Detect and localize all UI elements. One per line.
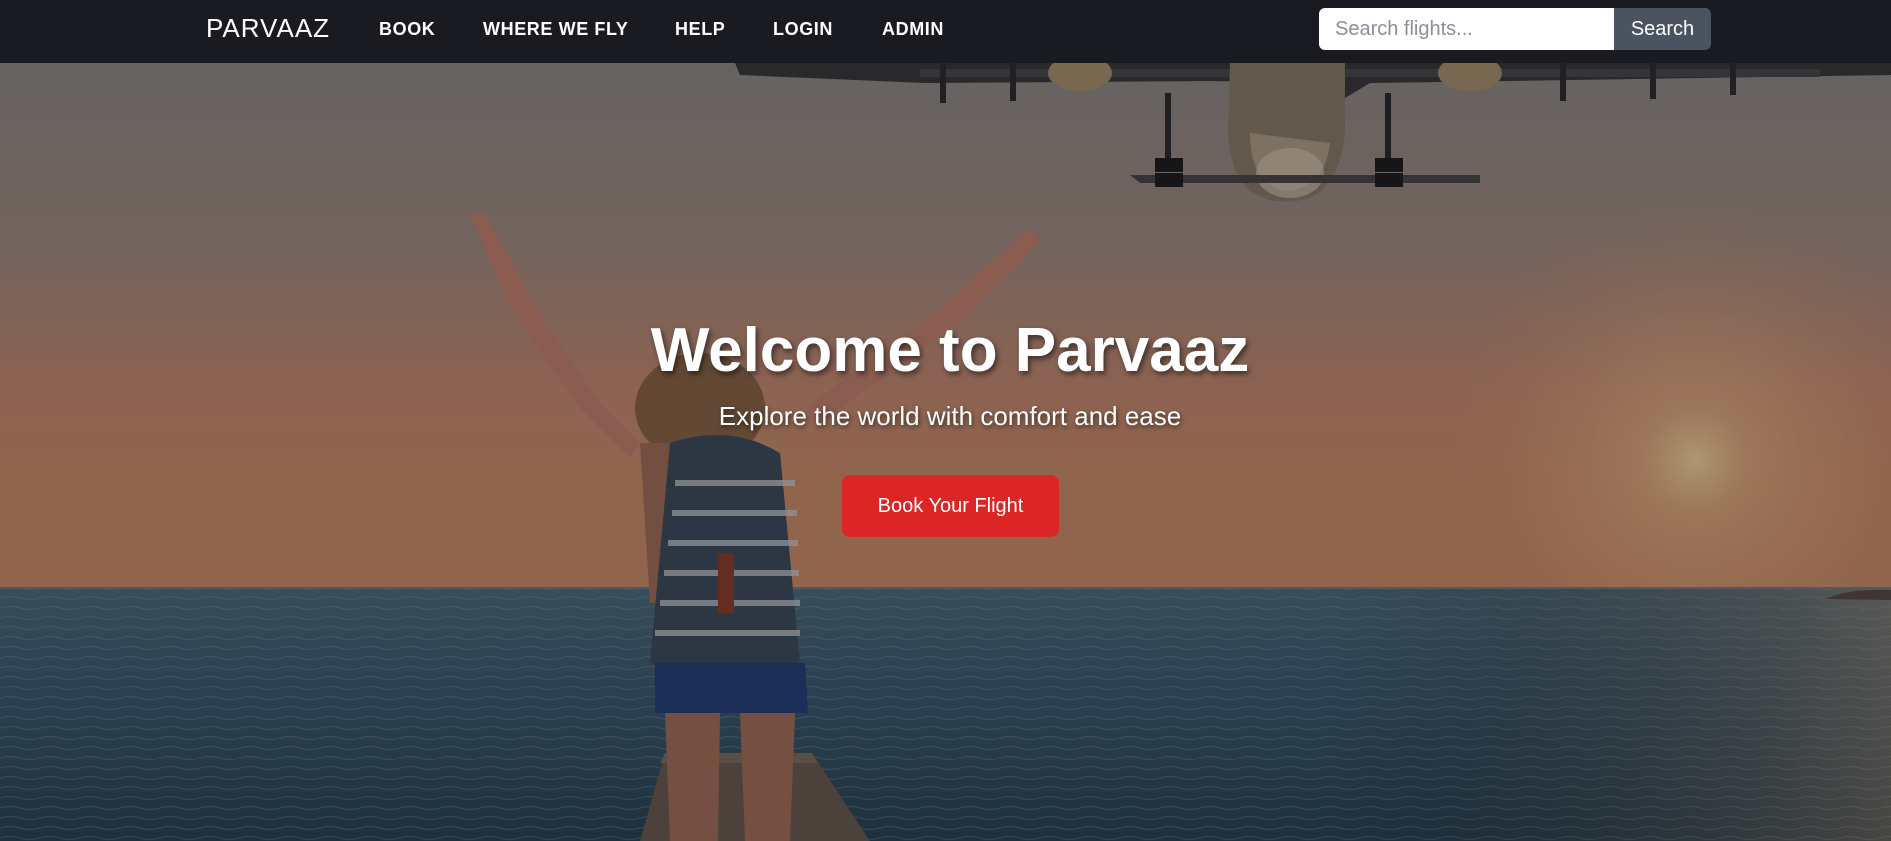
nav-link-admin[interactable]: ADMIN xyxy=(882,19,944,40)
nav-link-where-we-fly[interactable]: WHERE WE FLY xyxy=(483,19,629,40)
nav-link-book[interactable]: BOOK xyxy=(379,19,435,40)
hero-section: Welcome to Parvaaz Explore the world wit… xyxy=(0,63,1891,841)
page: PARVAAZ BOOK WHERE WE FLY HELP LOGIN ADM… xyxy=(0,0,1891,841)
book-your-flight-button[interactable]: Book Your Flight xyxy=(842,475,1059,537)
hero-dark-overlay xyxy=(0,63,1891,841)
hero-title: Welcome to Parvaaz xyxy=(650,316,1250,385)
top-navbar: PARVAAZ BOOK WHERE WE FLY HELP LOGIN ADM… xyxy=(0,0,1891,63)
brand-logo-link[interactable]: PARVAAZ xyxy=(206,13,330,44)
search-button[interactable]: Search xyxy=(1614,8,1711,50)
nav-link-help[interactable]: HELP xyxy=(675,19,725,40)
hero-subtitle: Explore the world with comfort and ease xyxy=(718,401,1182,431)
search-flights-input[interactable] xyxy=(1319,8,1615,50)
nav-link-login[interactable]: LOGIN xyxy=(773,19,833,40)
